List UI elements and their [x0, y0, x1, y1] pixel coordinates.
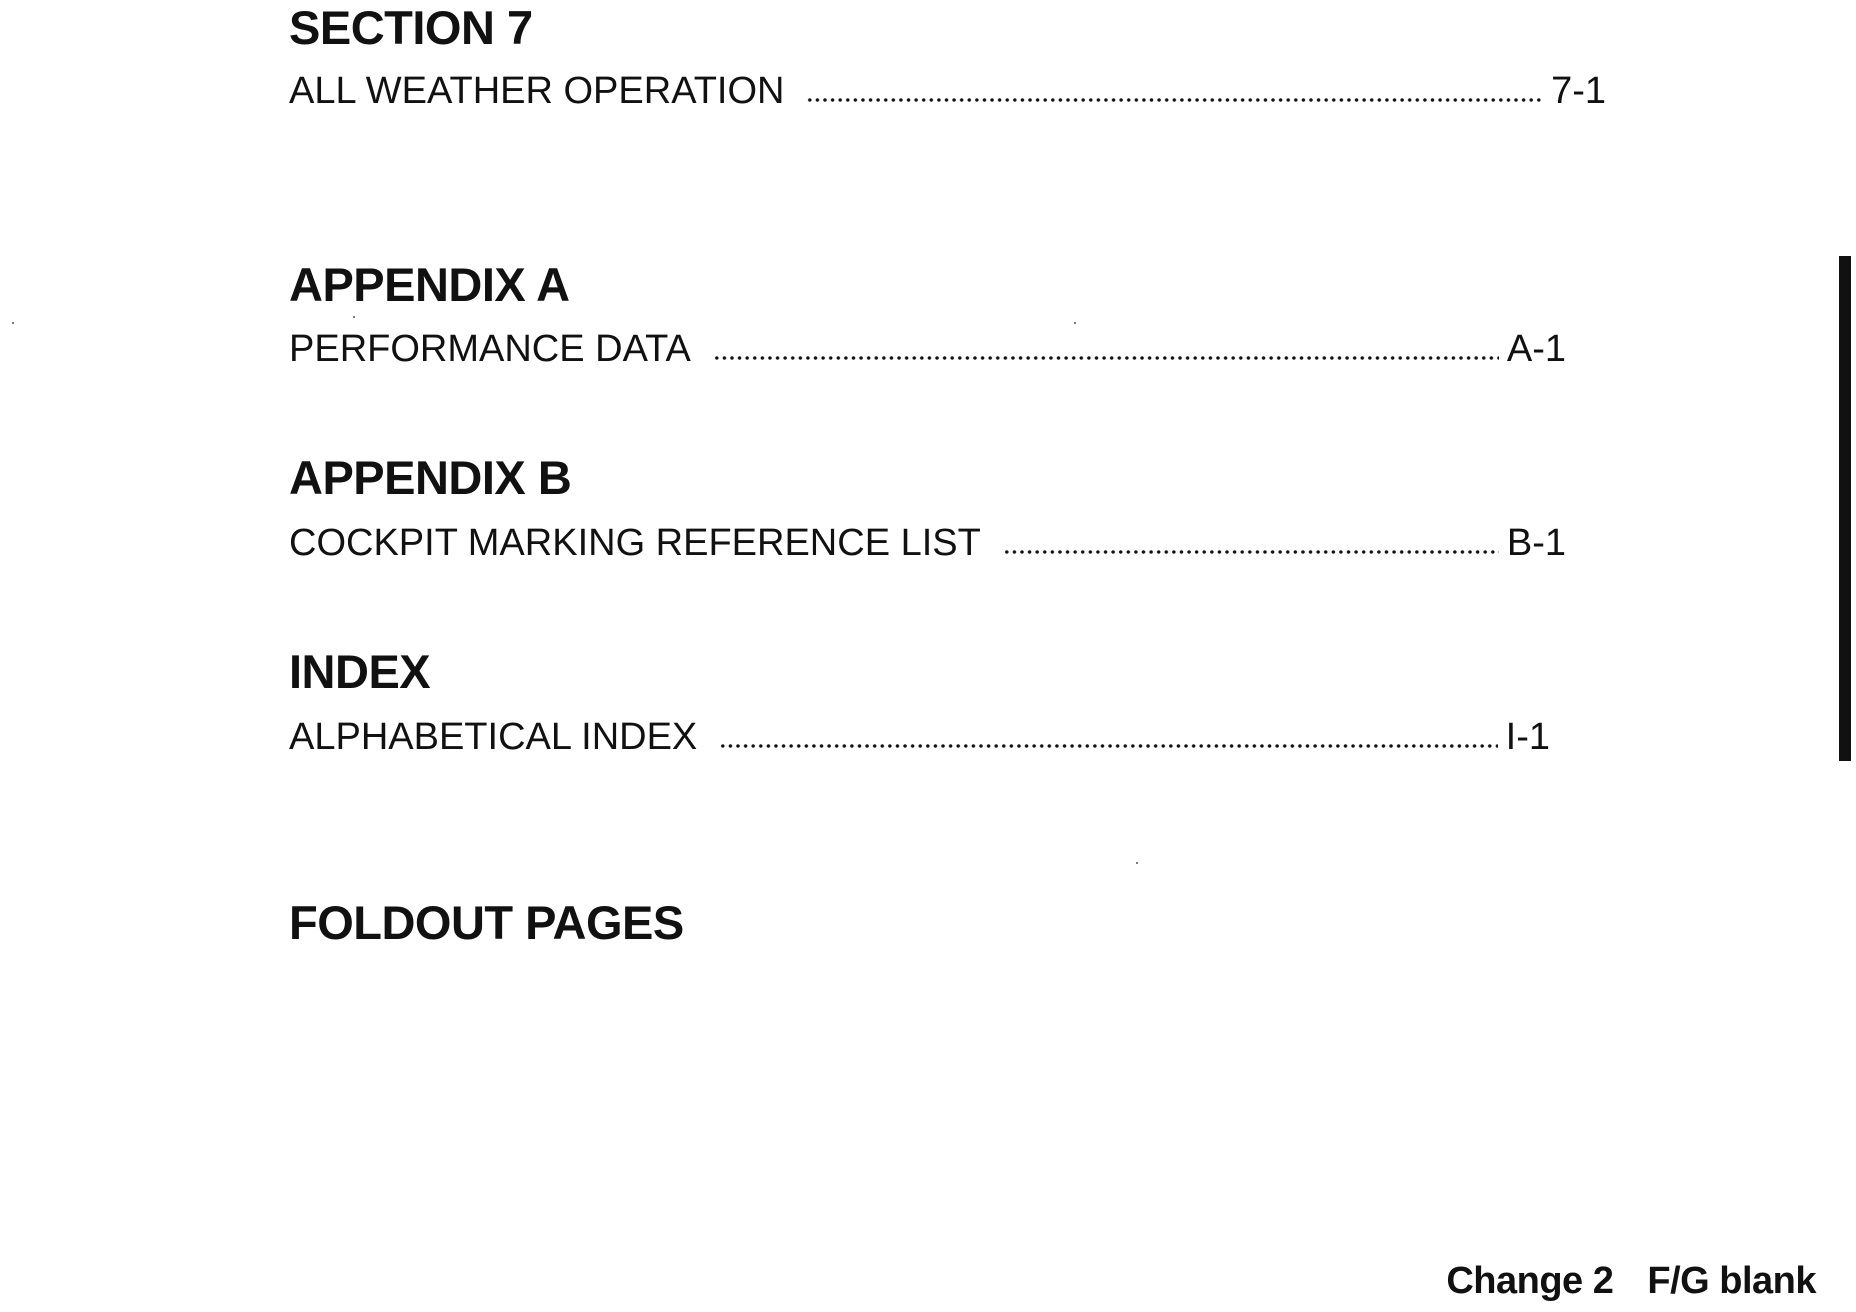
toc-entry[interactable]: COCKPIT MARKING REFERENCE LIST B-1 [289, 524, 1566, 562]
dot-leader [719, 743, 1498, 749]
appendix-a-heading: APPENDIX A [289, 258, 570, 311]
toc-entry-page: 7-1 [1551, 70, 1606, 112]
dot-leader [712, 355, 1499, 361]
toc-page: SECTION 7 ALL WEATHER OPERATION 7-1 APPE… [0, 0, 1856, 1312]
page-number: F/G blank [1647, 1260, 1816, 1302]
change-bar [1839, 256, 1851, 761]
scan-speck [1074, 322, 1076, 324]
toc-entry-page: B-1 [1506, 522, 1566, 564]
foldout-pages-heading: FOLDOUT PAGES [289, 896, 684, 949]
index-heading: INDEX [289, 645, 431, 698]
scan-speck [12, 322, 14, 324]
page-footer: Change 2 F/G blank [1446, 1262, 1816, 1300]
appendix-b-heading: APPENDIX B [289, 451, 572, 504]
toc-entry-title: ALPHABETICAL INDEX [289, 716, 698, 758]
scan-speck [353, 316, 355, 318]
toc-entry[interactable]: PERFORMANCE DATA A-1 [289, 330, 1566, 368]
dot-leader [806, 97, 1544, 103]
toc-entry-title: PERFORMANCE DATA [289, 328, 691, 370]
section-heading: SECTION 7 [289, 1, 533, 54]
change-number: Change 2 [1446, 1260, 1614, 1302]
toc-entry-title: COCKPIT MARKING REFERENCE LIST [289, 522, 981, 564]
dot-leader [1002, 549, 1499, 555]
scan-speck [1136, 862, 1138, 864]
toc-entry[interactable]: ALL WEATHER OPERATION 7-1 [289, 72, 1606, 110]
toc-entry-title: ALL WEATHER OPERATION [289, 70, 785, 112]
toc-entry[interactable]: ALPHABETICAL INDEX I-1 [289, 718, 1550, 756]
toc-entry-page: A-1 [1506, 328, 1566, 370]
toc-entry-page: I-1 [1505, 716, 1550, 758]
